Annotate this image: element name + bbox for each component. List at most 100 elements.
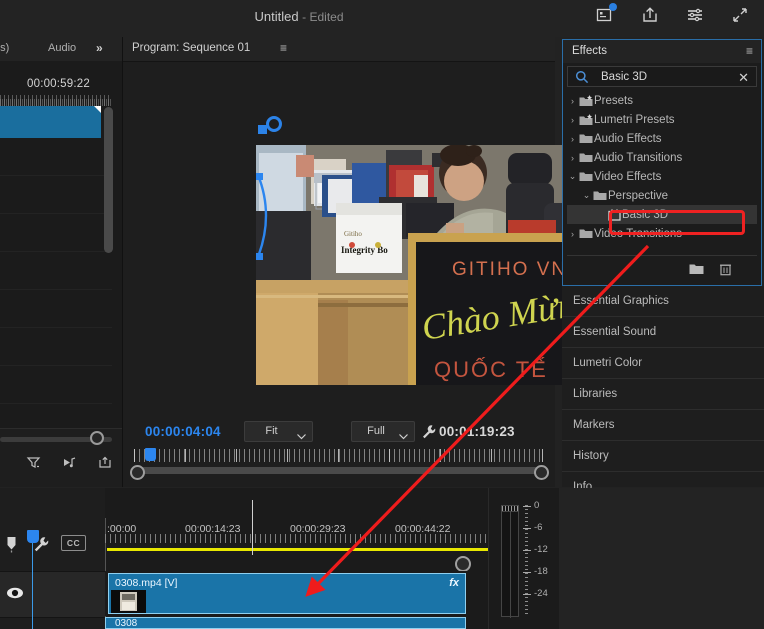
title-bar-actions — [595, 3, 750, 25]
chevron-down-icon[interactable]: ⌄ — [567, 171, 578, 182]
audio-meter-bars[interactable] — [501, 505, 519, 618]
effects-tree-item-label: Audio Transitions — [594, 151, 683, 164]
folder-icon — [578, 133, 594, 144]
tab-label: History — [573, 450, 609, 462]
program-playhead[interactable] — [145, 448, 156, 461]
filter-icon[interactable] — [26, 455, 41, 473]
source-project-panel: os) Audio » 00:00:59:22 — [0, 37, 123, 487]
audio-meter-clip-indicator[interactable] — [501, 505, 519, 512]
video-track-header-v1[interactable] — [0, 571, 105, 618]
settings-sliders-icon[interactable] — [685, 5, 705, 25]
folder-preset-icon — [578, 113, 594, 126]
tab-essential-graphics[interactable]: Essential Graphics — [562, 286, 764, 317]
audio-meter-tick — [523, 550, 531, 551]
folder-icon — [578, 228, 594, 239]
effects-panel-title[interactable]: Effects — [572, 45, 607, 57]
tab-essential-sound[interactable]: Essential Sound — [562, 317, 764, 348]
fullscreen-expand-icon[interactable] — [730, 5, 750, 25]
audio-waveform-icon[interactable] — [62, 455, 77, 473]
timeline-right-background — [556, 488, 764, 629]
effects-tree-item-perspective[interactable]: ⌄ Perspective — [567, 186, 757, 205]
effects-search-box[interactable]: Basic 3D ✕ — [567, 66, 757, 87]
chevron-down-icon — [297, 428, 306, 447]
program-zoom-handle-left[interactable] — [130, 465, 145, 480]
source-row-stripes — [0, 138, 112, 448]
source-timecode: 00:00:59:22 — [27, 78, 90, 90]
source-footer-tools — [26, 455, 113, 473]
chevron-down-icon — [399, 428, 408, 447]
search-icon — [575, 70, 589, 87]
tab-markers[interactable]: Markers — [562, 410, 764, 441]
zoom-level-select[interactable]: Fit — [244, 421, 313, 442]
audio-meter-label: 0 — [534, 500, 540, 511]
tab-label: Libraries — [573, 388, 618, 400]
wrench-icon[interactable] — [421, 424, 437, 443]
program-panel-menu-icon[interactable]: ≡ — [280, 41, 287, 55]
share-upload-icon[interactable] — [640, 5, 660, 25]
timeline-track-header: CC — [0, 488, 105, 629]
timeline-playhead[interactable] — [27, 530, 39, 543]
timeline-marker-line — [252, 500, 253, 555]
render-status-bar — [107, 548, 533, 551]
chevron-right-icon[interactable]: › — [567, 96, 578, 106]
tab-label: Markers — [573, 419, 615, 431]
tab-program-sequence[interactable]: Program: Sequence 01 — [132, 42, 250, 54]
export-frame-icon[interactable] — [595, 3, 617, 25]
chevron-down-icon[interactable]: ⌄ — [581, 190, 592, 201]
folder-preset-icon — [578, 94, 594, 107]
audio-meter-label: -18 — [534, 566, 548, 577]
chevron-right-icon[interactable]: › — [567, 115, 578, 125]
tab-history[interactable]: History — [562, 441, 764, 472]
effects-tree-item-label: Audio Effects — [594, 132, 662, 145]
chevron-right-icon[interactable]: › — [567, 134, 578, 144]
trash-icon[interactable] — [719, 262, 732, 279]
folder-icon[interactable] — [689, 262, 704, 278]
program-zoom-handle-right[interactable] — [534, 465, 549, 480]
document-edited-state: - Edited — [302, 10, 344, 24]
monitor-readout-row: 00:00:04:04 Fit Full 00:01:19:23 — [123, 420, 555, 446]
timeline-clip[interactable]: 0308.mp4 [V] fx — [108, 573, 466, 614]
program-zoom-scrollbar[interactable] — [134, 467, 544, 474]
program-duration-timecode[interactable]: 00:01:19:23 — [439, 424, 515, 439]
timeline-zoom-knob[interactable] — [455, 556, 471, 572]
program-time-ruler-major — [134, 449, 544, 462]
timeline-video-track-v1[interactable]: 0308.mp4 [V] fx — [105, 571, 533, 616]
source-scrollbar[interactable] — [104, 107, 113, 253]
source-panel-overflow-icon[interactable]: » — [96, 41, 103, 55]
effects-panel-menu-icon[interactable]: ≡ — [746, 44, 753, 58]
chevron-right-icon[interactable]: › — [567, 153, 578, 163]
timeline-clip-secondary[interactable]: 0308 — [105, 617, 466, 629]
tab-label: Essential Graphics — [573, 295, 669, 307]
source-tab-clip[interactable]: os) — [0, 42, 9, 54]
close-icon[interactable]: ✕ — [738, 70, 749, 86]
effects-tree-item-audio-effects[interactable]: › Audio Effects — [567, 129, 757, 148]
tab-libraries[interactable]: Libraries — [562, 379, 764, 410]
playback-resolution-select[interactable]: Full — [351, 421, 415, 442]
right-panel-tab-stack: Essential Graphics Essential Sound Lumetri… — [562, 286, 764, 503]
zoom-level-value: Fit — [265, 425, 278, 437]
export-clip-icon[interactable] — [98, 455, 113, 473]
svg-text:GITIHO VN: GITIHO VN — [452, 259, 567, 280]
source-tab-audio[interactable]: Audio — [48, 42, 76, 54]
track-marker-icon[interactable] — [5, 536, 18, 556]
effects-tree-item-label: Lumetri Presets — [594, 113, 675, 126]
source-clip-bar[interactable] — [0, 106, 101, 138]
effects-tree-item-video-effects[interactable]: ⌄ Video Effects — [567, 167, 757, 186]
captions-cc-icon[interactable]: CC — [61, 535, 86, 551]
effects-panel: Effects ≡ Basic 3D ✕ › Presets › Lumetri Pr… — [562, 39, 762, 286]
source-zoom-knob[interactable] — [90, 431, 104, 445]
svg-text:Integrity Bo: Integrity Bo — [341, 245, 388, 255]
clip-name-secondary: 0308 — [115, 618, 138, 629]
effects-search-value[interactable]: Basic 3D — [601, 71, 647, 83]
effects-tree-item-presets[interactable]: › Presets — [567, 91, 757, 110]
program-current-timecode[interactable]: 00:00:04:04 — [145, 424, 221, 439]
notification-badge — [609, 3, 617, 11]
effects-tree-item-audio-transitions[interactable]: › Audio Transitions — [567, 148, 757, 167]
source-panel-footer — [0, 428, 122, 487]
tab-lumetri-color[interactable]: Lumetri Color — [562, 348, 764, 379]
premiere-pro-window: Untitled - Edited os) Audio » 00:00: — [0, 0, 764, 629]
chevron-right-icon[interactable]: › — [567, 229, 578, 239]
svg-text:Gitiho: Gitiho — [344, 230, 362, 238]
effects-tree-item-lumetri-presets[interactable]: › Lumetri Presets — [567, 110, 757, 129]
track-visibility-icon[interactable] — [6, 586, 24, 603]
